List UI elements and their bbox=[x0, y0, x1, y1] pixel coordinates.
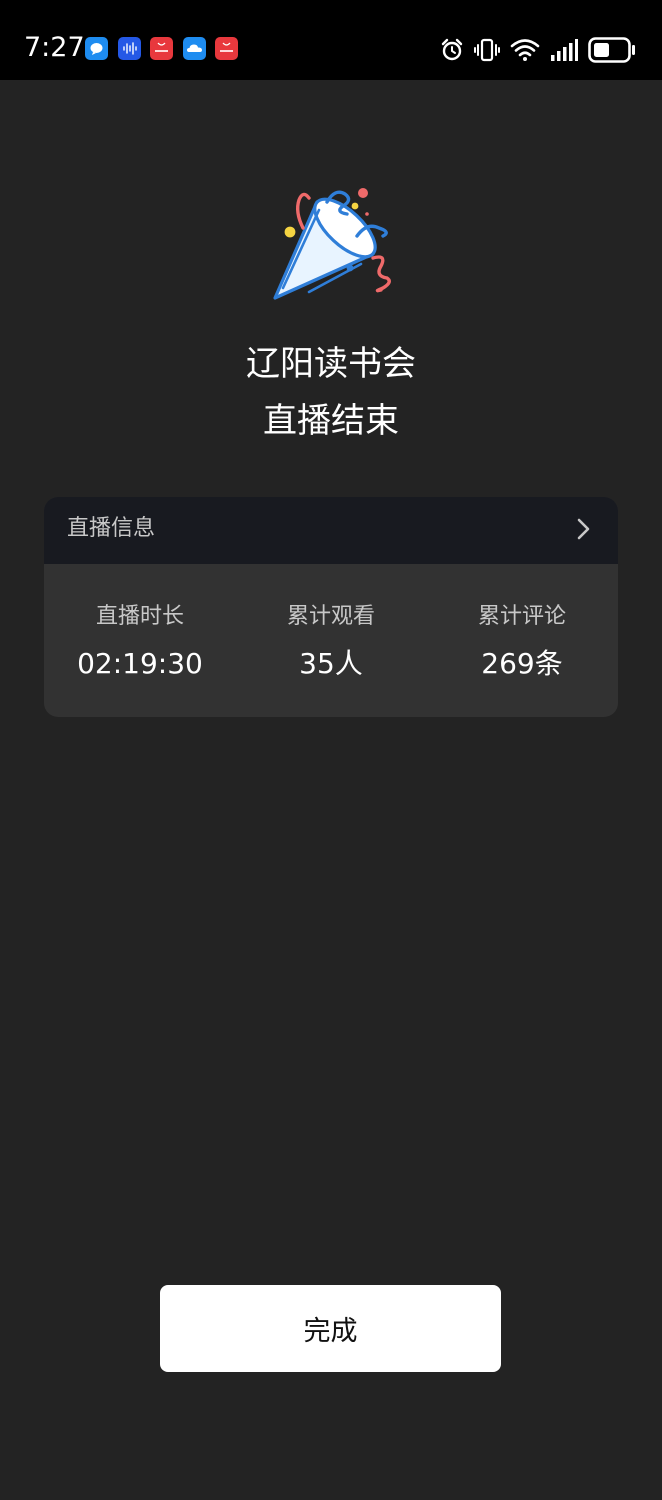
huawei-store-icon bbox=[215, 37, 238, 60]
stat-label: 直播时长 bbox=[95, 604, 184, 629]
status-time: 7:27 bbox=[24, 32, 85, 63]
notification-icons bbox=[85, 37, 248, 61]
voice-wave-icon bbox=[117, 37, 141, 60]
stat-label: 累计评论 bbox=[477, 604, 566, 629]
stat-value: 269条 bbox=[481, 647, 563, 680]
room-name: 辽阳读书会 bbox=[246, 344, 416, 384]
status-bar: 7:27 bbox=[0, 0, 662, 80]
party-popper-icon bbox=[273, 188, 391, 300]
live-info-card: 直播信息 直播时长 02:19:30 累计观看 35人 累计评论 269条 bbox=[44, 497, 618, 717]
battery-icon bbox=[588, 37, 635, 63]
live-stats: 直播时长 02:19:30 累计观看 35人 累计评论 269条 bbox=[44, 564, 618, 717]
system-icons bbox=[430, 35, 636, 65]
live-info-header[interactable]: 直播信息 bbox=[44, 497, 618, 564]
signal-icon bbox=[551, 39, 578, 61]
done-button[interactable]: 完成 bbox=[160, 1285, 501, 1372]
stat-label: 累计观看 bbox=[286, 604, 375, 629]
live-info-label: 直播信息 bbox=[67, 516, 156, 541]
wifi-icon bbox=[510, 39, 540, 61]
chevron-right-icon bbox=[577, 518, 590, 540]
cloud-icon bbox=[182, 37, 206, 60]
stat-value: 02:19:30 bbox=[77, 647, 203, 680]
vibrate-icon bbox=[474, 38, 500, 62]
alarm-icon bbox=[441, 38, 463, 61]
stat-value: 35人 bbox=[299, 647, 363, 680]
huawei-store-icon bbox=[150, 37, 173, 60]
chat-bubble-icon bbox=[85, 37, 108, 60]
live-ended-title: 直播结束 bbox=[263, 401, 399, 441]
